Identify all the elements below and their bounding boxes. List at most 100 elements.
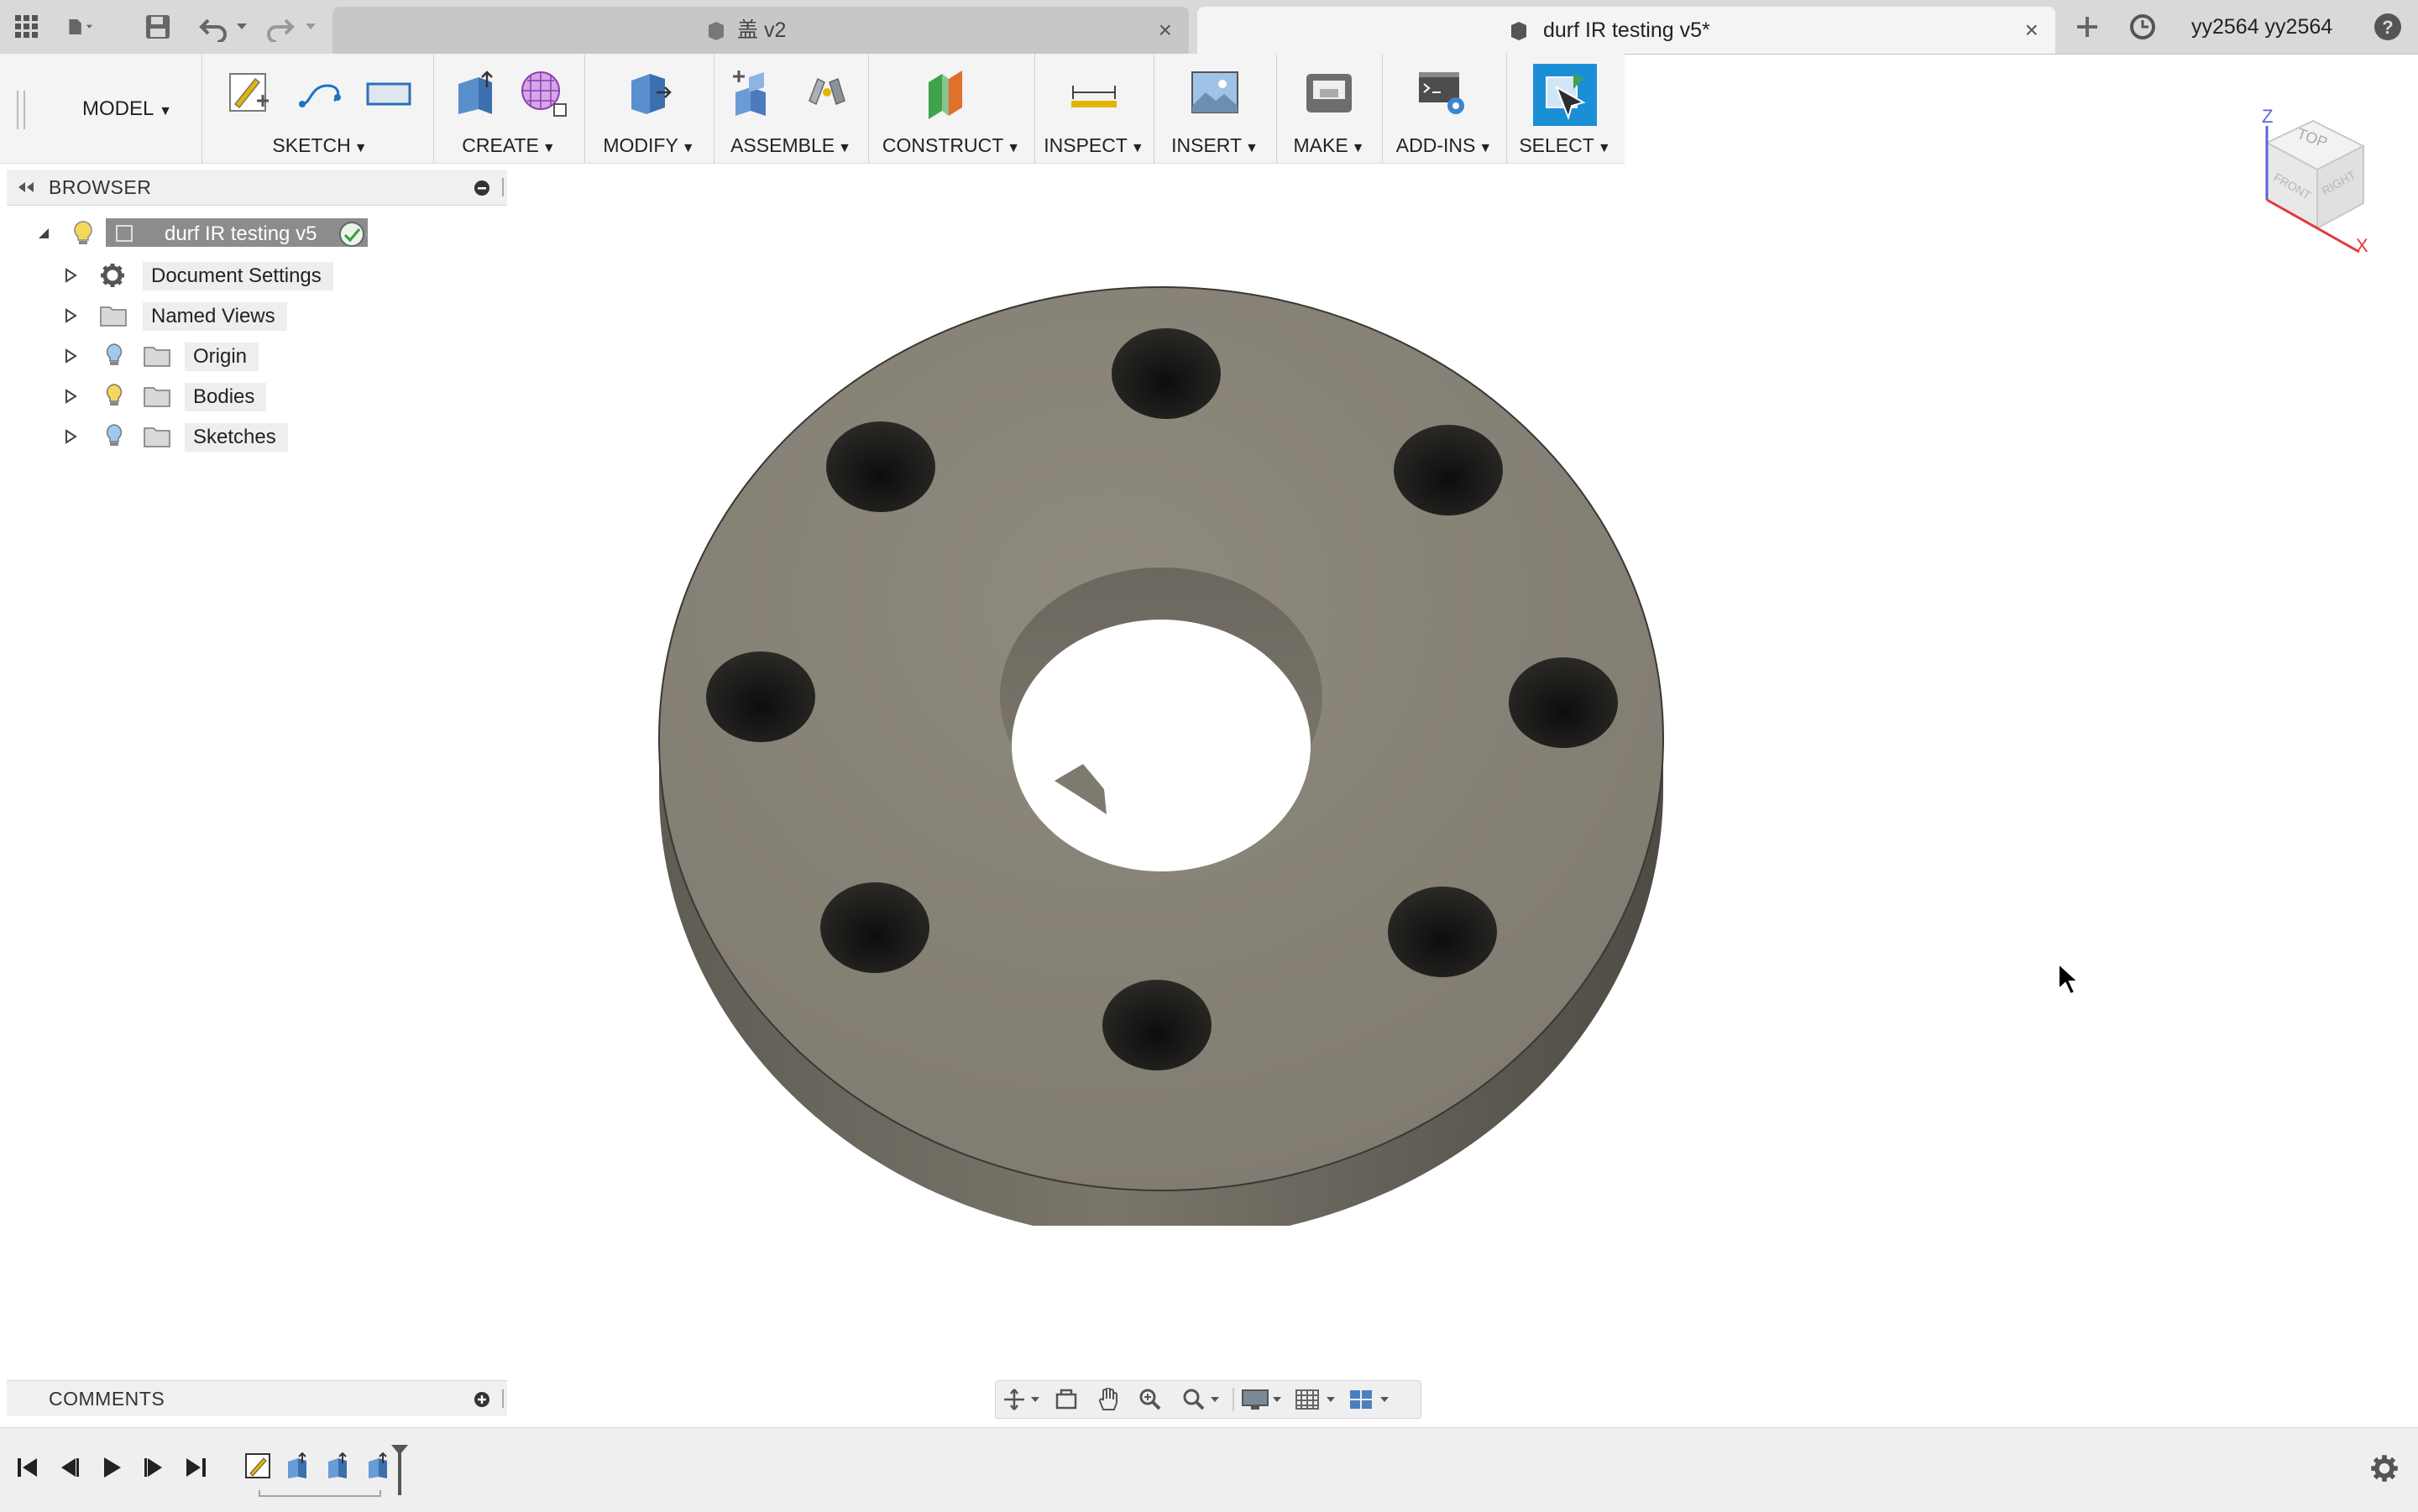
tab-document-durf[interactable]: durf IR testing v5* × <box>1197 7 2055 54</box>
expand-triangle-icon[interactable] <box>62 428 79 445</box>
go-to-start-icon[interactable] <box>15 1455 40 1480</box>
minimize-panel-icon[interactable] <box>474 180 490 196</box>
app-grid-icon[interactable] <box>12 12 42 42</box>
toolbar-group-label[interactable]: MAKE ▼ <box>1276 134 1382 157</box>
tab-document-v2[interactable]: 盖 v2 × <box>332 7 1189 54</box>
joint-icon[interactable] <box>801 67 853 119</box>
timeline-extrude-feature-icon[interactable] <box>284 1452 312 1480</box>
3d-print-icon[interactable] <box>1303 67 1355 119</box>
timeline-sketch-feature-icon[interactable] <box>243 1452 272 1480</box>
user-account[interactable]: yy2564 yy2564 <box>2191 0 2332 54</box>
insert-image-icon[interactable] <box>1189 67 1241 119</box>
toolbar-group-add-ins: ADD-INS ▼ <box>1382 54 1507 163</box>
display-settings-icon[interactable] <box>1241 1388 1288 1411</box>
toolbar-group-modify: MODIFY ▼ <box>584 54 714 163</box>
select-icon[interactable] <box>1538 69 1590 121</box>
browser-panel-header[interactable]: BROWSER <box>7 170 507 206</box>
scripts-addins-icon[interactable] <box>1416 67 1468 119</box>
toolbar-group-insert: INSERT ▼ <box>1154 54 1277 163</box>
workspace-switcher[interactable]: MODEL ▼ <box>17 54 202 163</box>
visibility-bulb-icon[interactable] <box>72 220 94 247</box>
new-tab-icon[interactable] <box>2072 12 2102 42</box>
folder-icon <box>100 306 127 327</box>
toolbar-group-label[interactable]: ASSEMBLE ▼ <box>714 134 868 157</box>
offset-plane-icon[interactable] <box>922 67 974 119</box>
flange-part-model[interactable] <box>646 277 1679 1226</box>
toolbar-group-label[interactable]: CREATE ▼ <box>433 134 584 157</box>
comments-panel-header[interactable]: COMMENTS <box>7 1380 507 1416</box>
file-menu-icon[interactable] <box>67 12 97 42</box>
redo-icon[interactable] <box>267 12 326 42</box>
bolt-hole <box>1102 980 1212 1070</box>
collapse-panel-icon[interactable] <box>15 180 35 195</box>
browser-root-node[interactable]: durf IR testing v5 <box>34 217 386 250</box>
browser-item-bodies[interactable]: Bodies <box>62 379 280 413</box>
collapse-triangle-icon[interactable] <box>35 225 52 242</box>
toolbar-group-label[interactable]: MODIFY ▼ <box>584 134 714 157</box>
extrude-icon[interactable] <box>450 67 502 119</box>
measure-icon[interactable] <box>1068 67 1120 119</box>
pan-hand-icon[interactable] <box>1096 1388 1120 1411</box>
browser-item-named-views[interactable]: Named Views <box>62 299 314 332</box>
bolt-hole <box>820 882 929 973</box>
add-comment-icon[interactable] <box>474 1391 490 1408</box>
browser-title: BROWSER <box>49 176 152 198</box>
expand-triangle-icon[interactable] <box>62 348 79 364</box>
mouse-cursor-icon <box>2058 962 2080 996</box>
panel-pin[interactable] <box>502 1389 507 1408</box>
browser-item-origin[interactable]: Origin <box>62 339 280 373</box>
browser-item-label: Document Settings <box>143 262 333 290</box>
close-icon[interactable]: × <box>2025 7 2039 54</box>
toolbar-group-label[interactable]: INSERT ▼ <box>1154 134 1276 157</box>
x-axis-label: X <box>2356 235 2368 256</box>
orbit-icon[interactable] <box>1004 1388 1043 1411</box>
press-pull-icon[interactable] <box>623 67 675 119</box>
visibility-bulb-icon[interactable] <box>104 383 124 408</box>
look-at-icon[interactable] <box>1055 1388 1078 1411</box>
browser-item-label: Named Views <box>143 302 287 331</box>
bolt-hole <box>1112 328 1221 419</box>
close-icon[interactable]: × <box>1159 7 1172 54</box>
expand-triangle-icon[interactable] <box>62 307 79 324</box>
step-back-icon[interactable] <box>57 1455 82 1480</box>
undo-icon[interactable] <box>198 12 257 42</box>
browser-item-document-settings[interactable]: Document Settings <box>62 259 348 292</box>
toolbar-group-create: CREATE ▼ <box>433 54 585 163</box>
save-icon[interactable] <box>143 12 173 42</box>
new-component-icon[interactable] <box>729 67 781 119</box>
toolbar-group-label[interactable]: SKETCH ▼ <box>207 134 433 157</box>
play-icon[interactable] <box>99 1455 124 1480</box>
rectangle-icon[interactable] <box>363 67 415 119</box>
toolbar-group-label[interactable]: INSPECT ▼ <box>1034 134 1154 157</box>
spline-icon[interactable] <box>294 67 346 119</box>
browser-item-sketches[interactable]: Sketches <box>62 420 297 453</box>
toolbar-group-inspect: INSPECT ▼ <box>1034 54 1154 163</box>
create-sketch-icon[interactable] <box>223 67 275 119</box>
component-icon <box>116 225 133 242</box>
expand-triangle-icon[interactable] <box>62 388 79 405</box>
job-status-icon[interactable] <box>2128 12 2158 42</box>
zoom-icon[interactable] <box>1138 1388 1162 1411</box>
timeline-group-bracket <box>259 1490 381 1497</box>
z-axis-label: Z <box>2262 106 2273 127</box>
gear-icon <box>101 264 124 287</box>
timeline-settings-gear-icon[interactable] <box>2369 1453 2400 1483</box>
panel-pin[interactable] <box>502 178 507 196</box>
fit-zoom-icon[interactable] <box>1182 1388 1224 1411</box>
view-cube[interactable]: TOP FRONT RIGHT Z X <box>2216 92 2384 260</box>
expand-triangle-icon[interactable] <box>62 267 79 284</box>
timeline-marker-icon[interactable] <box>388 1443 411 1497</box>
visibility-bulb-icon[interactable] <box>104 343 124 368</box>
go-to-end-icon[interactable] <box>183 1455 208 1480</box>
toolbar-group-label[interactable]: ADD-INS ▼ <box>1382 134 1506 157</box>
help-icon[interactable]: ? <box>2373 12 2403 42</box>
browser-item-label: Bodies <box>185 383 267 411</box>
step-forward-icon[interactable] <box>141 1455 166 1480</box>
timeline-extrude-feature-icon[interactable] <box>324 1452 353 1480</box>
form-icon[interactable] <box>517 67 569 119</box>
toolbar-group-label[interactable]: CONSTRUCT ▼ <box>868 134 1034 157</box>
visibility-bulb-icon[interactable] <box>104 423 124 448</box>
viewports-icon[interactable] <box>1348 1388 1395 1411</box>
grid-settings-icon[interactable] <box>1295 1388 1342 1411</box>
toolbar-group-label[interactable]: SELECT ▼ <box>1506 134 1624 157</box>
